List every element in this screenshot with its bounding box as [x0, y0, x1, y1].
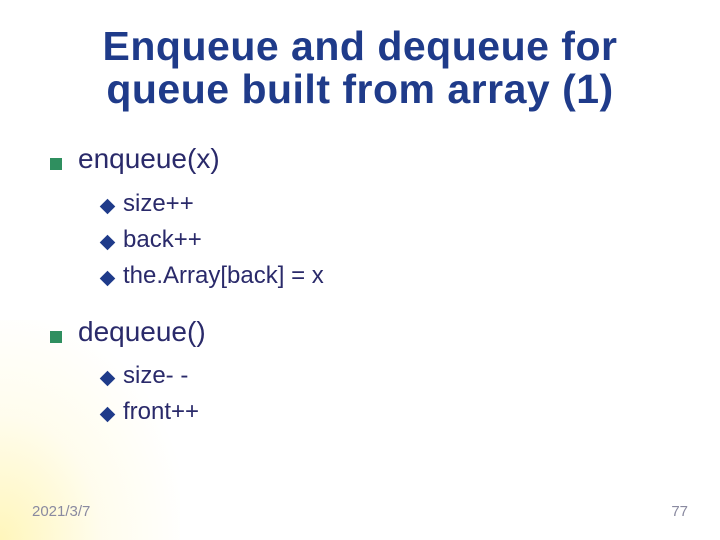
- slide: Enqueue and dequeue for queue built from…: [0, 0, 720, 540]
- sub-item-text: size- -: [123, 358, 188, 394]
- diamond-bullet-icon: [100, 234, 116, 250]
- sub-item-text: size++: [123, 186, 194, 222]
- sub-item-text: the.Array[back] = x: [123, 258, 324, 294]
- diamond-bullet-icon: [100, 198, 116, 214]
- bullet-dequeue: dequeue(): [50, 312, 720, 353]
- bullet-label: dequeue(): [78, 312, 206, 353]
- bullet-label: enqueue(x): [78, 139, 220, 180]
- sub-item: back++: [102, 222, 720, 258]
- sub-item-text: back++: [123, 222, 202, 258]
- sub-list-dequeue: size- - front++: [50, 358, 720, 430]
- sub-item: size- -: [102, 358, 720, 394]
- slide-content: enqueue(x) size++ back++ the.Array[back]…: [0, 111, 720, 430]
- footer-date: 2021/3/7: [32, 503, 90, 520]
- sub-item-text: front++: [123, 394, 199, 430]
- diamond-bullet-icon: [100, 270, 116, 286]
- sub-item: the.Array[back] = x: [102, 258, 720, 294]
- square-bullet-icon: [50, 331, 62, 343]
- footer-page-number: 77: [671, 503, 688, 520]
- slide-title: Enqueue and dequeue for queue built from…: [0, 0, 720, 111]
- sub-list-enqueue: size++ back++ the.Array[back] = x: [50, 186, 720, 294]
- diamond-bullet-icon: [100, 407, 116, 423]
- slide-footer: 2021/3/7 77: [0, 503, 720, 520]
- square-bullet-icon: [50, 158, 62, 170]
- sub-item: front++: [102, 394, 720, 430]
- bullet-enqueue: enqueue(x): [50, 139, 720, 180]
- diamond-bullet-icon: [100, 371, 116, 387]
- sub-item: size++: [102, 186, 720, 222]
